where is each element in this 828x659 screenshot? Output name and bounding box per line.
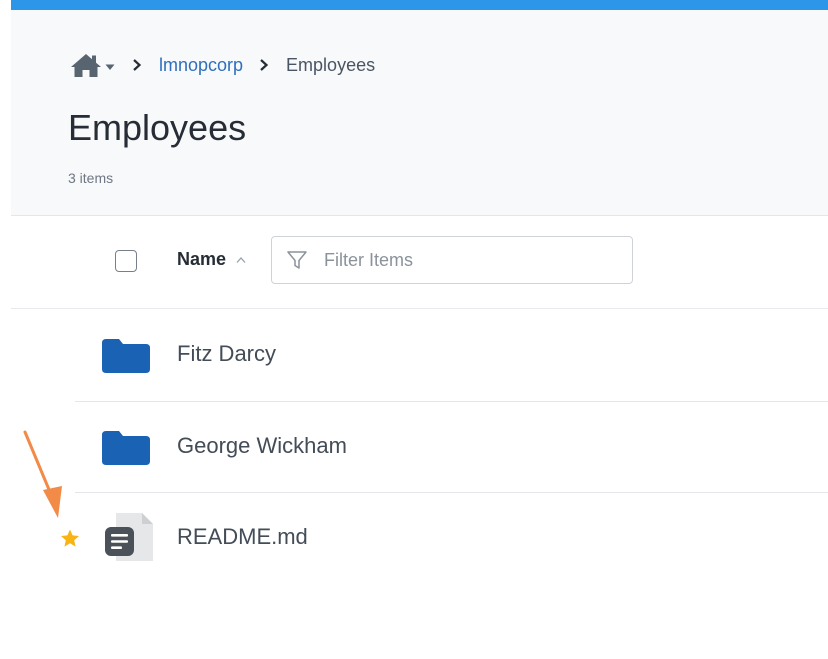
arrow-annotation-icon [23, 430, 62, 518]
page-title: Employees [68, 107, 247, 148]
list-item[interactable]: Fitz Darcy [11, 309, 828, 399]
breadcrumb-current: Employees [286, 54, 376, 75]
top-accent-bar [11, 0, 828, 10]
item-name: Fitz Darcy [177, 341, 276, 366]
name-column-label: Name [177, 249, 227, 269]
list-item[interactable]: George Wickham [11, 401, 828, 491]
breadcrumb-link-lmnopcorp[interactable]: lmnopcorp [159, 55, 243, 76]
breadcrumb: lmnopcorp Employees [69, 51, 375, 79]
filter-items-input[interactable] [324, 249, 614, 271]
item-name: George Wickham [177, 433, 347, 458]
list-item[interactable]: README.md [11, 492, 828, 582]
list-header: Name [11, 216, 828, 309]
chevron-right-icon [133, 59, 142, 71]
folder-icon [102, 431, 150, 465]
home-menu-button[interactable] [69, 52, 116, 78]
file-browser-page: lmnopcorp Employees Employees 3 items Na… [0, 0, 828, 659]
folder-icon [102, 339, 150, 373]
caret-down-icon [105, 64, 115, 70]
filter-box[interactable] [271, 236, 633, 284]
sort-by-name-button[interactable]: Name [177, 249, 246, 270]
home-icon [71, 54, 101, 77]
filter-icon [287, 251, 307, 269]
item-name: README.md [177, 524, 308, 549]
sort-ascending-icon [236, 256, 246, 263]
chevron-right-icon [260, 59, 269, 71]
page-header: lmnopcorp Employees Employees 3 items [11, 10, 828, 216]
document-icon [105, 513, 153, 561]
item-count: 3 items [68, 170, 114, 186]
select-all-checkbox[interactable] [115, 250, 137, 272]
star-icon[interactable] [60, 529, 80, 548]
